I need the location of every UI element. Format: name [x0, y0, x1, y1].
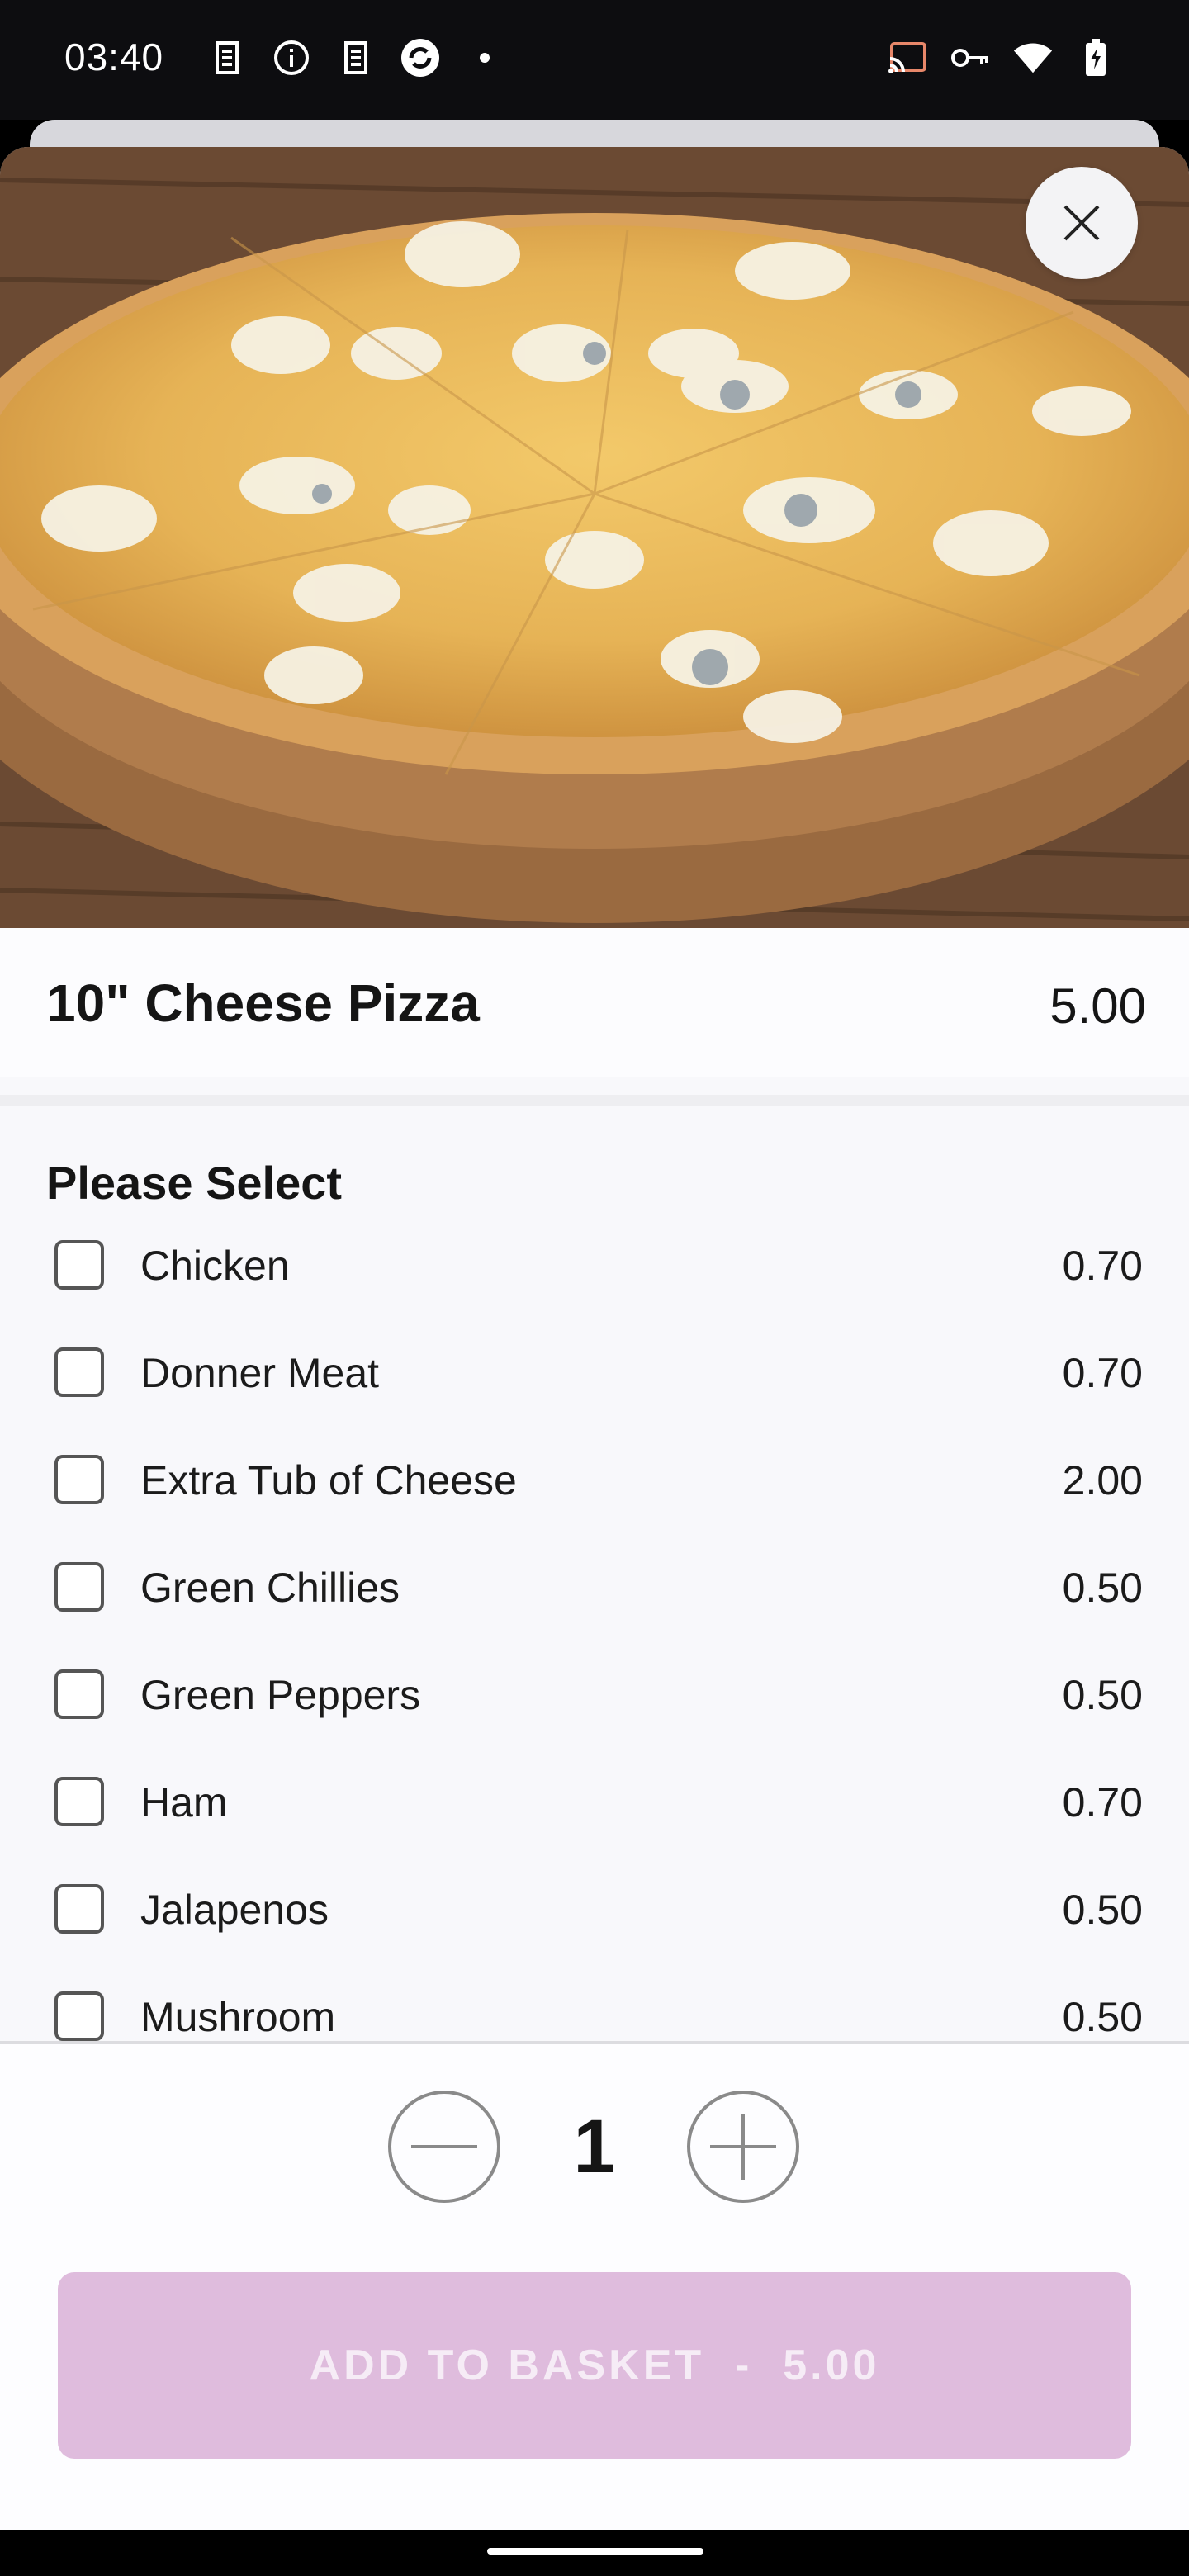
- key-icon: [950, 37, 991, 78]
- status-right-icons: [887, 37, 1116, 78]
- option-label: Green Peppers: [140, 1672, 421, 1718]
- decrement-button[interactable]: [388, 2091, 500, 2203]
- checkbox[interactable]: [54, 1240, 104, 1290]
- home-indicator[interactable]: [487, 2548, 703, 2555]
- checkbox[interactable]: [54, 1455, 104, 1504]
- product-price: 5.00: [1049, 978, 1146, 1034]
- footer-bar: 1 ADD TO BASKET - 5.00: [0, 2041, 1189, 2530]
- status-left-icons: [206, 37, 505, 78]
- wifi-icon: [1012, 37, 1054, 78]
- checkbox[interactable]: [54, 1562, 104, 1612]
- product-image: [0, 147, 1189, 928]
- status-time: 03:40: [64, 36, 164, 78]
- checkbox[interactable]: [54, 1347, 104, 1397]
- sim-icon: [206, 37, 248, 78]
- section-title: Please Select: [46, 1157, 343, 1209]
- option-label: Jalapenos: [140, 1887, 329, 1933]
- sync-icon: [400, 37, 441, 78]
- checkbox[interactable]: [54, 1991, 104, 2041]
- dot-icon: [464, 37, 505, 78]
- option-row[interactable]: Extra Tub of Cheese 2.00: [0, 1427, 1189, 1534]
- option-label: Ham: [140, 1779, 228, 1825]
- info-icon: [271, 37, 312, 78]
- close-icon: [1063, 205, 1100, 241]
- option-row[interactable]: Green Peppers 0.50: [0, 1641, 1189, 1749]
- cast-icon: [887, 37, 928, 78]
- option-price: 0.50: [1062, 1672, 1143, 1718]
- option-row[interactable]: Chicken 0.70: [0, 1212, 1189, 1319]
- increment-button[interactable]: [687, 2091, 799, 2203]
- option-label: Donner Meat: [140, 1350, 380, 1396]
- quantity-value: 1: [573, 2105, 616, 2189]
- option-label: Green Chillies: [140, 1565, 400, 1611]
- status-bar: 03:40: [0, 0, 1189, 120]
- divider: [0, 1095, 1189, 1106]
- option-price: 0.50: [1062, 1887, 1143, 1933]
- option-price: 0.50: [1062, 1565, 1143, 1611]
- checkbox[interactable]: [54, 1777, 104, 1826]
- option-row[interactable]: Jalapenos 0.50: [0, 1856, 1189, 1963]
- option-price: 0.50: [1062, 1994, 1143, 2040]
- option-price: 0.70: [1062, 1350, 1143, 1396]
- checkbox[interactable]: [54, 1669, 104, 1719]
- option-label: Chicken: [140, 1243, 290, 1289]
- option-row[interactable]: Donner Meat 0.70: [0, 1319, 1189, 1427]
- close-button[interactable]: [1026, 167, 1138, 279]
- option-label: Mushroom: [140, 1994, 336, 2040]
- option-label: Extra Tub of Cheese: [140, 1457, 517, 1503]
- battery-charging-icon: [1075, 37, 1116, 78]
- sim-icon: [335, 37, 377, 78]
- option-price: 2.00: [1062, 1457, 1143, 1503]
- product-name: 10" Cheese Pizza: [46, 973, 480, 1033]
- checkbox[interactable]: [54, 1884, 104, 1934]
- minus-icon: [411, 2145, 477, 2148]
- option-row[interactable]: Green Chillies 0.50: [0, 1534, 1189, 1641]
- plus-icon: [710, 2114, 776, 2180]
- option-row[interactable]: Ham 0.70: [0, 1749, 1189, 1856]
- option-price: 0.70: [1062, 1779, 1143, 1825]
- option-price: 0.70: [1062, 1243, 1143, 1289]
- add-to-basket-button[interactable]: ADD TO BASKET - 5.00: [58, 2272, 1131, 2459]
